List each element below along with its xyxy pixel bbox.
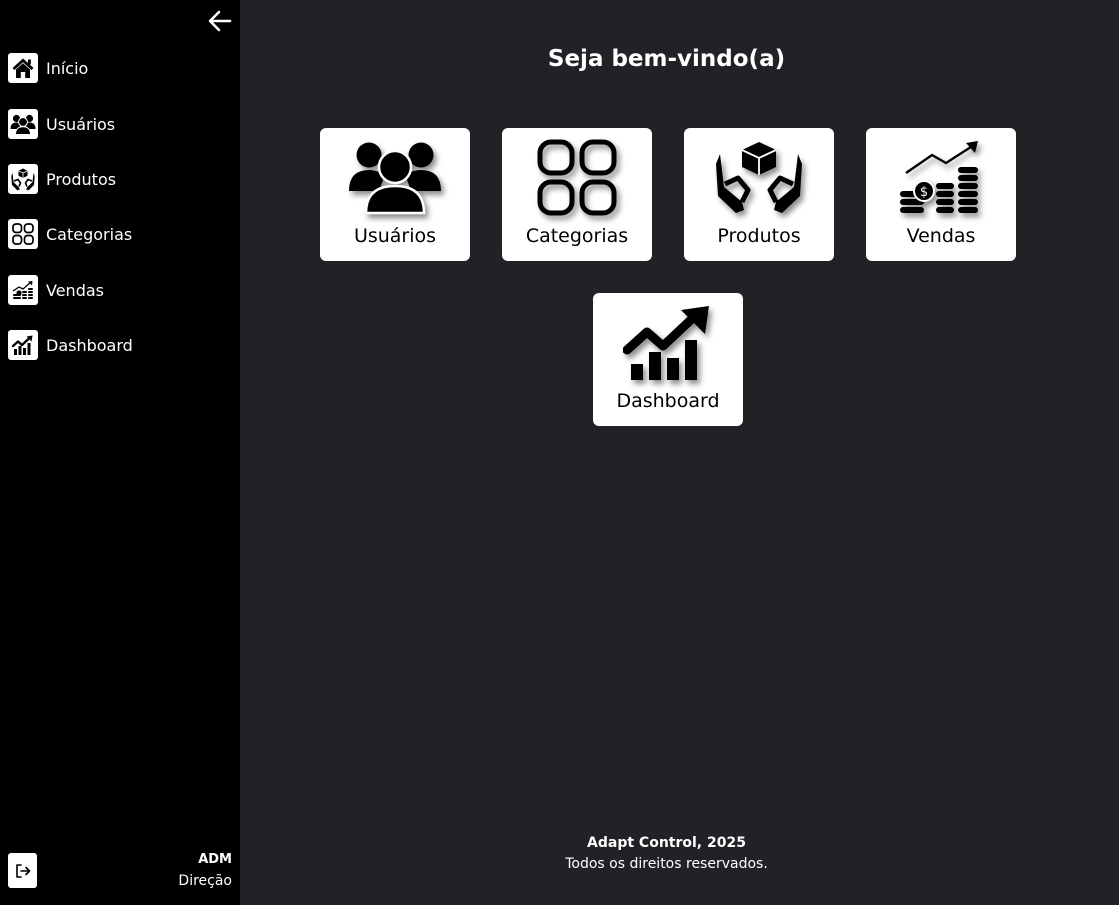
user-name: ADM	[198, 852, 232, 867]
logout-button[interactable]	[8, 853, 37, 888]
sidebar-item-dashboard[interactable]: Dashboard	[8, 329, 233, 361]
dashboard-icon	[8, 330, 38, 360]
sidebar-item-inicio[interactable]: Início	[8, 52, 233, 84]
svg-text:$: $	[920, 185, 928, 200]
card-label: Usuários	[353, 225, 437, 247]
sidebar-item-usuarios[interactable]: Usuários	[8, 108, 233, 140]
footer-rights: Todos os direitos reservados.	[565, 856, 768, 872]
card-vendas[interactable]: $ Vendas	[866, 128, 1016, 261]
categories-icon	[8, 219, 38, 249]
products-icon	[8, 164, 38, 194]
sidebar-item-label: Início	[46, 58, 89, 78]
sales-icon	[8, 275, 38, 305]
card-label: Vendas	[906, 225, 976, 247]
card-categorias[interactable]: Categorias	[502, 128, 652, 261]
sales-icon: $	[900, 141, 978, 213]
sidebar-item-categorias[interactable]: Categorias	[8, 218, 233, 250]
sidebar: Início Usuários Produtos Categorias Vend…	[0, 0, 240, 905]
user-role: Direção	[178, 873, 232, 889]
page-title: Seja bem-vindo(a)	[547, 46, 786, 72]
products-icon	[716, 142, 802, 213]
users-icon	[349, 142, 441, 215]
card-produtos[interactable]: Produtos	[684, 128, 834, 261]
card-label: Dashboard	[616, 390, 720, 412]
sidebar-item-label: Categorias	[46, 224, 133, 244]
card-usuarios[interactable]: Usuários	[320, 128, 470, 261]
logout-icon	[15, 863, 30, 878]
users-icon	[8, 109, 38, 139]
card-dashboard[interactable]: Dashboard	[593, 293, 743, 426]
sidebar-item-label: Produtos	[46, 169, 117, 189]
dashboard-icon	[623, 306, 709, 380]
footer-title: Adapt Control, 2025	[587, 835, 746, 851]
sidebar-item-vendas[interactable]: Vendas	[8, 274, 233, 306]
sidebar-item-produtos[interactable]: Produtos	[8, 163, 233, 195]
categories-icon	[537, 139, 617, 216]
card-label: Produtos	[717, 225, 801, 247]
sidebar-item-label: Usuários	[46, 114, 116, 134]
sidebar-item-label: Dashboard	[46, 335, 133, 355]
home-icon	[8, 53, 38, 83]
card-label: Categorias	[525, 225, 629, 247]
collapse-sidebar-button[interactable]	[205, 6, 235, 36]
sidebar-item-label: Vendas	[46, 280, 104, 300]
arrow-left-icon	[208, 10, 232, 32]
